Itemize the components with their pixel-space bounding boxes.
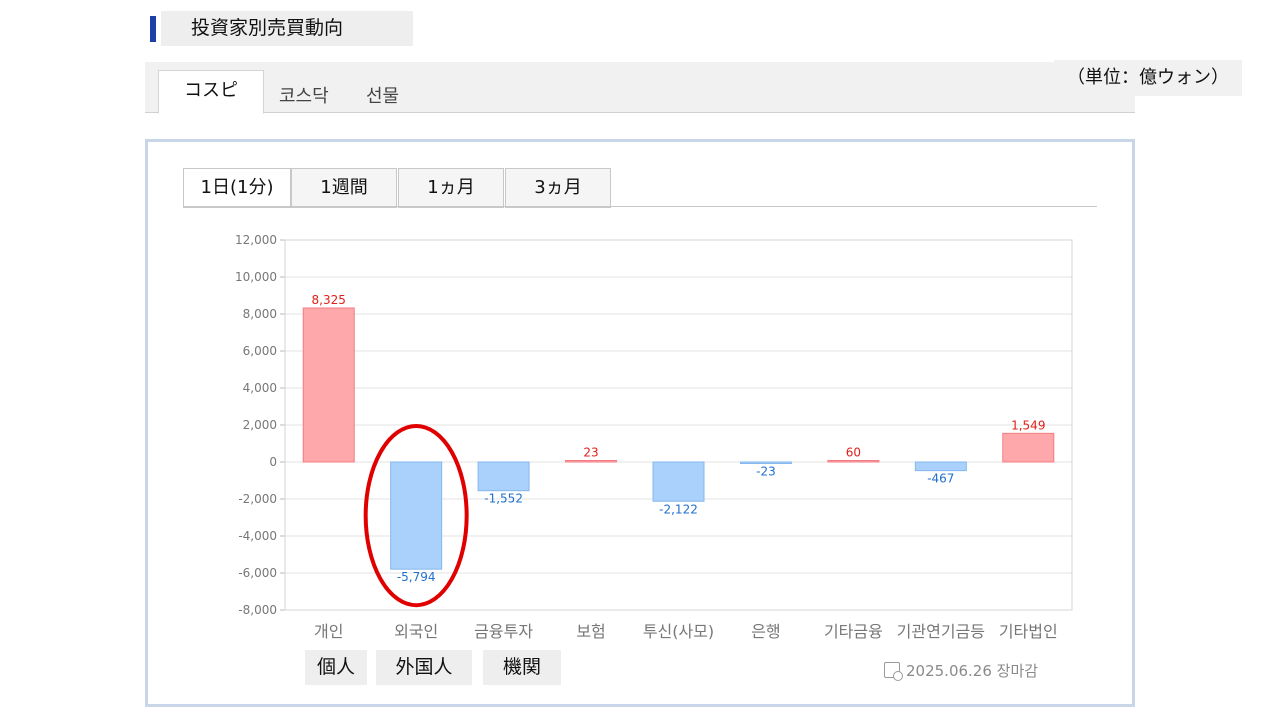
y-tick-label: 2,000 [243,418,277,432]
y-tick-label: 4,000 [243,381,277,395]
y-tick-label: 6,000 [243,344,277,358]
x-tick-label: 외국인 [394,622,438,641]
bar [914,461,967,472]
status-timestamp: 2025.06.26 장마감 [906,662,1039,680]
investor-bar-chart: 12,000 10,000 8,000 6,000 4,000 2,000 0 -2,000 -… [235,233,1073,641]
bar [827,460,880,463]
ja-label-institution: 機関 [483,650,561,685]
y-tick-label: 12,000 [235,233,277,247]
status-line: 2025.06.26 장마감 [884,661,1038,681]
x-tick-label: 개인 [314,622,343,641]
data-label: -5,794 [397,570,436,584]
y-tick-label: 0 [269,455,277,469]
y-tick-label: 10,000 [235,270,277,284]
y-tick-label: 8,000 [243,307,277,321]
data-label: 60 [846,446,861,460]
bar [739,461,792,464]
data-label: -23 [756,465,776,479]
bar [652,461,705,502]
x-tick-label: 투신(사모) [643,622,714,641]
bar [390,461,443,570]
data-label: -2,122 [659,502,698,516]
data-label: -467 [927,472,954,486]
bar [302,307,355,463]
bar [477,461,530,492]
x-tick-label: 금융투자 [474,622,533,641]
x-tick-label: 기타법인 [999,622,1058,641]
data-label: -1,552 [484,492,523,506]
x-tick-label: 기관연기금등 [897,622,985,641]
y-tick-label: -6,000 [238,566,277,580]
data-label: 8,325 [312,293,346,307]
data-label: 23 [583,446,598,460]
ja-label-foreigner: 外国人 [376,650,472,685]
x-tick-label: 기타금융 [824,622,883,641]
y-tick-label: -2,000 [238,492,277,506]
x-tick-label: 은행 [751,622,780,641]
bar [1002,432,1055,463]
y-tick-label: -4,000 [238,529,277,543]
clock-icon [884,662,903,681]
data-label: 1,549 [1011,418,1045,432]
x-tick-label: 보험 [576,622,605,641]
bar [565,460,618,463]
ja-label-individual: 個人 [305,650,367,685]
y-tick-label: -8,000 [238,603,277,617]
